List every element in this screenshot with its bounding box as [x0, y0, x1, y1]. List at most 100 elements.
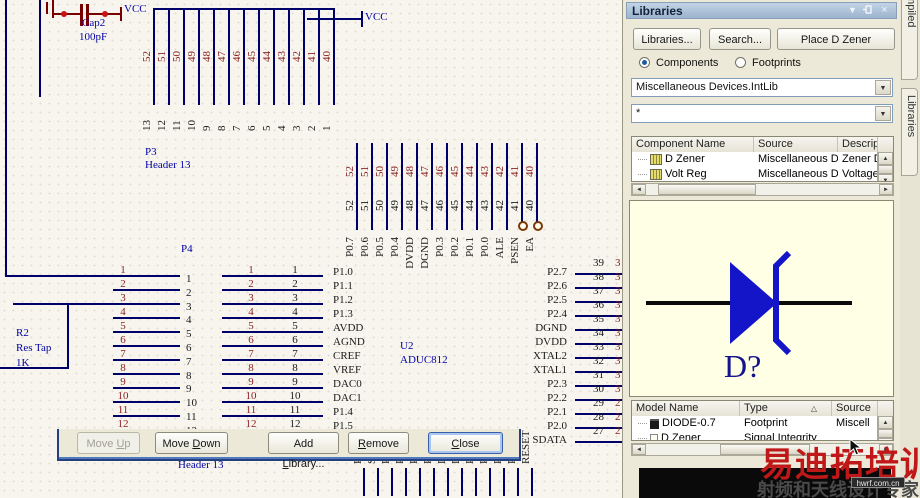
net-label: 11	[117, 404, 129, 416]
scroll-down-icon[interactable]: ▼	[878, 174, 893, 181]
column-header[interactable]: Source	[754, 137, 838, 152]
component-preview: D?	[629, 200, 894, 397]
add-library-button[interactable]: Add Library...	[268, 432, 339, 470]
u2-pin-number: 48	[404, 200, 416, 211]
u2-pin-number: 36	[593, 299, 604, 311]
component-icon	[650, 418, 659, 429]
u2-pin-name: XTAL1	[533, 364, 567, 376]
wire-segment	[273, 8, 275, 105]
u2-comment: ADUC812	[400, 354, 448, 366]
p4-pin-number: 10	[186, 397, 197, 410]
net-label: 48	[404, 166, 416, 177]
u2-pin-name: P2.6	[547, 280, 567, 292]
panel-title-bar[interactable]: Libraries ▼ ×	[626, 2, 897, 19]
model-table[interactable]: Model Name Type △ Source DIODE-0.7 Footprint M…	[631, 400, 894, 441]
filter-dropdown[interactable]: * ▼	[631, 104, 893, 123]
wire-segment	[419, 468, 421, 496]
table-cell: D Zener	[632, 152, 754, 167]
u2-pin-name: P0.5	[374, 237, 386, 257]
wire-segment	[0, 367, 68, 369]
net-label: 52	[344, 166, 356, 177]
table-cell: Footprint	[744, 417, 788, 429]
components-radio[interactable]	[639, 57, 650, 68]
u2-pin-name: P1.2	[333, 294, 353, 306]
wire-segment	[5, 0, 7, 277]
move-up-button[interactable]: Move Up	[77, 432, 140, 454]
p4-pin-number: 1	[186, 273, 192, 285]
tab-libraries[interactable]: Libraries	[901, 88, 918, 176]
search-button[interactable]: Search...	[709, 28, 771, 50]
scroll-left-icon[interactable]: ◄	[632, 184, 646, 195]
library-dropdown[interactable]: Miscellaneous Devices.IntLib ▼	[631, 78, 893, 97]
wire-segment	[153, 8, 155, 105]
close-button[interactable]: Close	[428, 432, 503, 454]
column-header[interactable]: Descrip	[838, 137, 878, 152]
net-label: 44	[261, 51, 273, 62]
net-label: 43	[276, 51, 288, 62]
vscroll-thumb[interactable]	[878, 165, 893, 174]
u2-pin-number: 5	[292, 320, 298, 332]
column-header[interactable]: Component Name	[632, 137, 754, 152]
dropdown-arrow-icon[interactable]: ▼	[875, 80, 891, 95]
column-header[interactable]: Model Name	[632, 401, 740, 416]
net-label: 9	[248, 376, 254, 388]
table-row[interactable]: Volt Reg Miscellaneous D Voltage	[632, 167, 893, 181]
move-down-button[interactable]: Move Down	[155, 432, 228, 454]
table-row[interactable]: D Zener Miscellaneous D Zener D	[632, 152, 893, 167]
u2-pin-number: 40	[524, 200, 536, 211]
column-header[interactable]: Source	[832, 401, 878, 416]
hscroll-thumb[interactable]	[658, 184, 756, 195]
net-label-clipped: 3	[615, 285, 621, 297]
p3-pin-number: 5	[261, 125, 273, 132]
p4-pin-number: 11	[186, 411, 197, 423]
chevron-down-icon[interactable]: ▼	[846, 4, 859, 17]
remove-button[interactable]: Remove	[348, 432, 409, 454]
table-cell: Zener D	[842, 153, 878, 165]
table-cell: Miscellaneous D	[758, 168, 838, 180]
scroll-up-icon[interactable]: ▲	[878, 416, 893, 429]
scroll-up-icon[interactable]: ▲	[878, 152, 893, 165]
net-label: 40	[524, 166, 536, 177]
net-label: 6	[248, 334, 254, 346]
scroll-left-icon[interactable]: ◄	[632, 444, 646, 455]
close-icon[interactable]: ×	[878, 4, 891, 17]
place-component-button[interactable]: Place D Zener	[777, 28, 895, 50]
net-label: 45	[246, 51, 258, 62]
u2-pin-name: P2.4	[547, 308, 567, 320]
u2-pin-name: DAC0	[333, 378, 362, 390]
libraries-button[interactable]: Libraries...	[633, 28, 701, 50]
vcc-power-label: VCC	[124, 3, 147, 15]
p3-pin-number: 9	[201, 125, 213, 132]
net-label: 43	[479, 166, 491, 177]
u2-pin-name: DAC1	[333, 392, 362, 404]
power-port-bar	[361, 11, 363, 27]
u2-pin-number: 29	[593, 397, 604, 409]
sort-asc-icon: △	[810, 404, 817, 413]
u2-pin-number: 41	[509, 200, 521, 211]
dropdown-arrow-icon[interactable]: ▼	[875, 106, 891, 121]
table-row[interactable]: DIODE-0.7 Footprint Miscell	[632, 416, 893, 431]
wire-segment	[307, 18, 361, 20]
component-table-hscrollbar[interactable]: ◄ ►	[631, 183, 894, 196]
net-label: 50	[171, 51, 183, 62]
wire-segment	[228, 8, 230, 105]
u2-pin-number: 7	[292, 348, 298, 360]
scroll-right-icon[interactable]: ►	[879, 184, 893, 195]
net-label: 47	[419, 166, 431, 177]
tab-compiled[interactable]: Compiled	[901, 0, 918, 80]
u2-pin-number: 33	[593, 341, 604, 353]
column-header[interactable]: Type △	[740, 401, 832, 416]
net-label: 7	[248, 348, 254, 360]
wire-segment	[446, 143, 448, 230]
u2-pin-name: P2.3	[547, 378, 567, 390]
wire-segment	[391, 468, 393, 496]
schematic-canvas[interactable]: VCC Cap2 100pF 52 13 51 12 50 11 49 10 48 9 47 8 46 7 45 6…	[0, 0, 622, 498]
u2-pin-number: 35	[593, 313, 604, 325]
component-table[interactable]: Component Name Source Descrip D Zener Miscel…	[631, 136, 894, 182]
pin-icon[interactable]	[861, 4, 874, 17]
table-vscrollbar[interactable]: ▲▼	[877, 152, 893, 181]
footprints-radio[interactable]	[735, 57, 746, 68]
wire-segment	[531, 468, 533, 496]
p4-pin-number: 9	[186, 383, 192, 396]
preview-designator: D?	[724, 348, 761, 384]
